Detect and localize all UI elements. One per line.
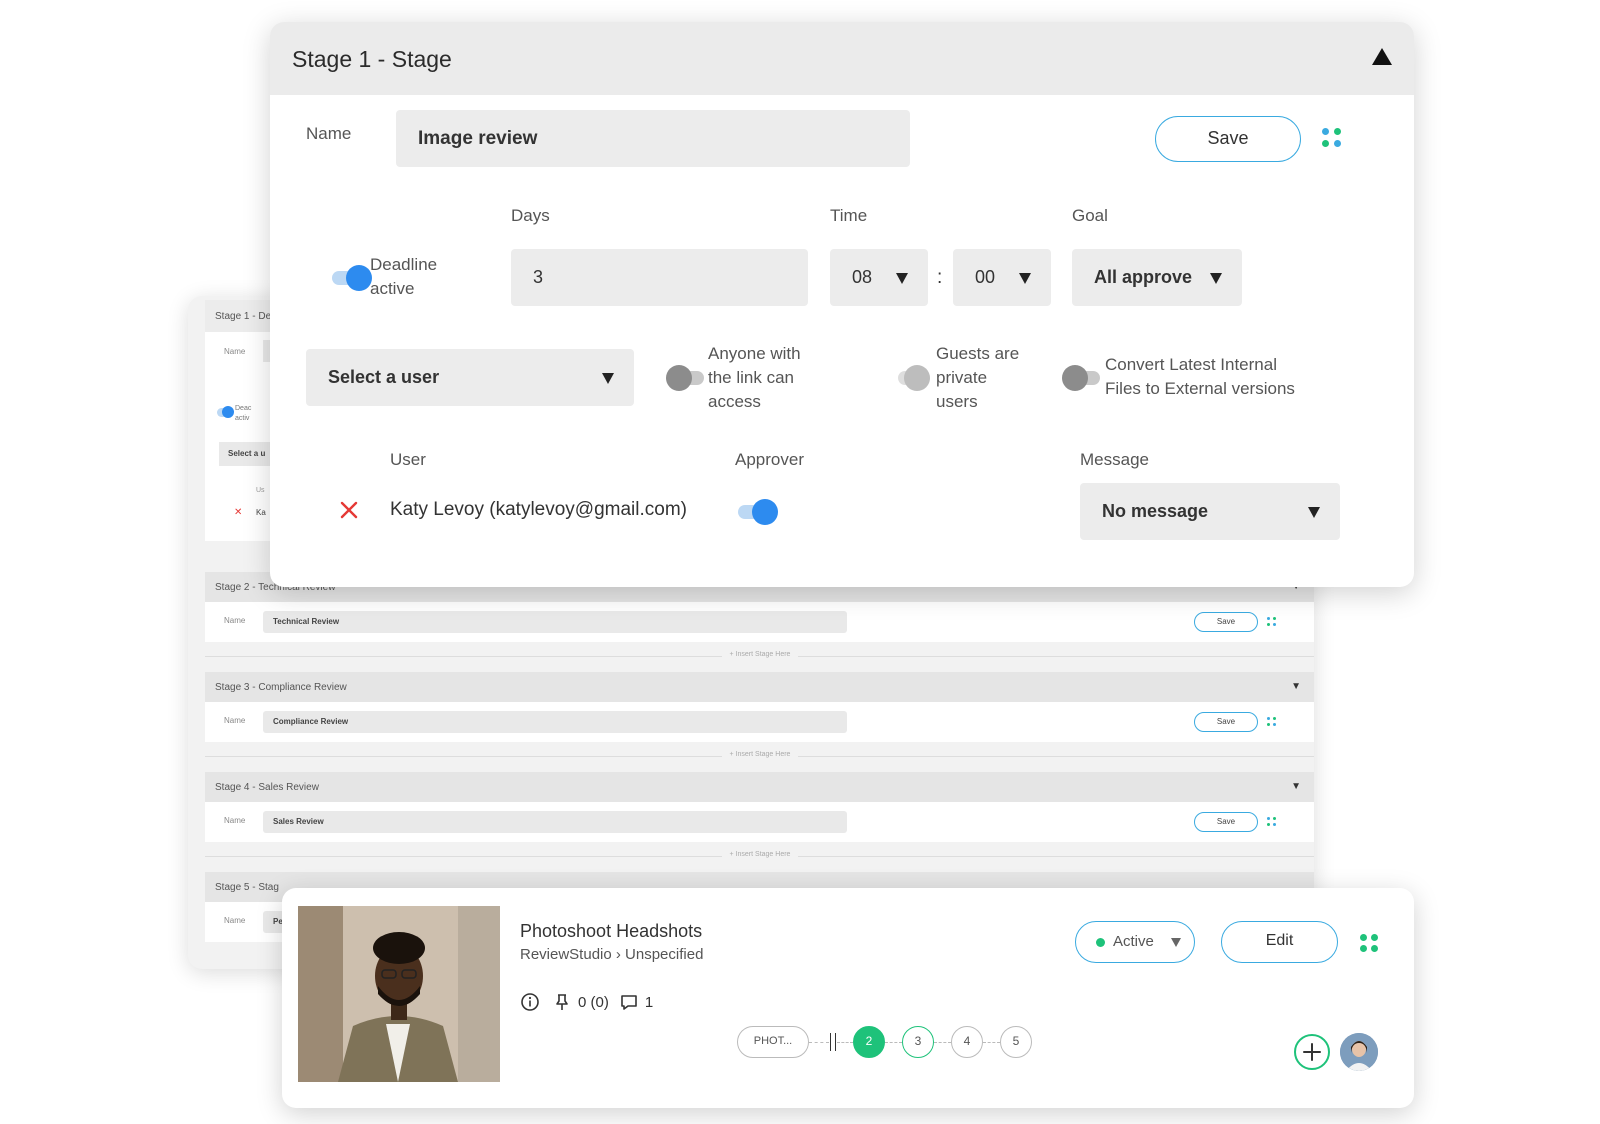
status-dropdown[interactable]: Active	[1075, 921, 1195, 963]
stage-step-5[interactable]: 5	[1000, 1026, 1032, 1058]
stage-3-save-button[interactable]: Save	[1194, 712, 1258, 732]
approver-column-header: Approver	[735, 450, 804, 469]
project-breadcrumb[interactable]: ReviewStudio › Unspecified	[520, 946, 703, 963]
guests-private-label: Guests are private users	[936, 344, 1020, 411]
stage-4-header[interactable]: Stage 4 - Sales Review ▼	[205, 772, 1314, 802]
stage-editor-card: Stage 1 - Stage Name Image review Save D…	[270, 22, 1414, 587]
drag-handle-icon[interactable]	[1322, 128, 1342, 148]
message-select[interactable]: No message	[1080, 483, 1340, 540]
stage-step-2[interactable]: 2	[853, 1026, 885, 1058]
stage-2-name-field[interactable]: Technical Review	[263, 611, 847, 633]
stage-5-title: Stage 5 - Stag	[215, 882, 279, 893]
save-button[interactable]: Save	[1155, 116, 1301, 162]
stage-2-name-label: Name	[224, 616, 246, 625]
days-input[interactable]: 3	[511, 249, 808, 306]
drag-handle-icon[interactable]	[1267, 717, 1277, 727]
stage-step-4[interactable]: 4	[951, 1026, 983, 1058]
expand-arrow-icon[interactable]: ▼	[1291, 681, 1301, 692]
current-stage-pill[interactable]: PHOT...	[737, 1026, 809, 1058]
stage-2-save-button[interactable]: Save	[1194, 612, 1258, 632]
insert-stage-link[interactable]: + Insert Stage Here	[205, 651, 1314, 658]
avatar[interactable]	[1340, 1033, 1378, 1071]
collapse-arrow-icon[interactable]	[1372, 48, 1392, 65]
drag-handle-icon[interactable]	[1267, 817, 1277, 827]
project-card: Photoshoot Headshots ReviewStudio › Unsp…	[282, 888, 1414, 1108]
expand-arrow-icon[interactable]: ▼	[1291, 781, 1301, 792]
goal-select[interactable]: All approve	[1072, 249, 1242, 306]
add-user-button[interactable]	[1294, 1034, 1330, 1070]
goal-label: Goal	[1072, 206, 1108, 225]
stage-5-name-label: Name	[224, 916, 246, 925]
status-label: Active	[1113, 933, 1154, 950]
comment-icon[interactable]	[619, 992, 639, 1012]
project-meta: 0 (0) 1	[520, 990, 653, 1014]
project-title[interactable]: Photoshoot Headshots	[520, 921, 702, 942]
stage-name-input[interactable]: Image review	[396, 110, 910, 167]
days-label: Days	[511, 206, 550, 225]
time-label: Time	[830, 206, 868, 225]
drag-handle-icon[interactable]	[1360, 934, 1378, 952]
remove-user-icon[interactable]	[340, 501, 358, 519]
stage-4-save-button[interactable]: Save	[1194, 812, 1258, 832]
stage-progress: PHOT... 2 3 4 5	[737, 1026, 1037, 1060]
stage-1-preview-name-label: Name	[224, 347, 246, 356]
user-column-header: User	[390, 450, 426, 469]
stage-1-preview-deadline-label: Deac activ	[235, 405, 252, 422]
stage-4-row: Stage 4 - Sales Review ▼ Name Sales Revie…	[205, 772, 1314, 842]
hour-select[interactable]: 08	[830, 249, 928, 306]
anyone-with-link-toggle[interactable]	[666, 365, 708, 391]
plus-icon	[1303, 1043, 1321, 1061]
stage-4-name-field[interactable]: Sales Review	[263, 811, 847, 833]
info-icon[interactable]	[520, 992, 540, 1012]
deadline-active-label: Deadline active	[370, 255, 438, 298]
stage-title: Stage 1 - Stage	[292, 46, 452, 72]
insert-stage-link[interactable]: + Insert Stage Here	[205, 751, 1314, 758]
time-separator: :	[937, 267, 943, 288]
stage-3-header[interactable]: Stage 3 - Compliance Review ▼	[205, 672, 1314, 702]
edit-button[interactable]: Edit	[1221, 921, 1338, 963]
stage-3-title: Stage 3 - Compliance Review	[215, 682, 347, 693]
message-column-header: Message	[1080, 450, 1149, 469]
stage-3-name-field[interactable]: Compliance Review	[263, 711, 847, 733]
user-entry: Katy Levoy (katylevoy@gmail.com)	[390, 499, 687, 520]
stage-1-preview-user: Ka	[256, 508, 266, 517]
pin-icon[interactable]	[552, 992, 572, 1012]
stage-header[interactable]: Stage 1 - Stage	[270, 22, 1414, 95]
stage-1-preview-deadline-toggle[interactable]	[217, 406, 234, 418]
name-label: Name	[306, 124, 352, 143]
minute-select[interactable]: 00	[953, 249, 1051, 306]
stage-4-title: Stage 4 - Sales Review	[215, 782, 319, 793]
status-dot-icon	[1096, 938, 1105, 947]
stage-3-row: Stage 3 - Compliance Review ▼ Name Compli…	[205, 672, 1314, 742]
anyone-with-link-label: Anyone with the link can access	[708, 344, 801, 411]
comments-count: 1	[644, 993, 654, 1011]
stage-step-3[interactable]: 3	[902, 1026, 934, 1058]
stage-divider-icon	[830, 1033, 836, 1051]
convert-files-label: Convert Latest Internal Files to External…	[1105, 355, 1295, 398]
pins-count: 0 (0)	[578, 993, 609, 1011]
stage-1-preview-user-col: Us	[256, 487, 265, 494]
deadline-active-toggle[interactable]	[330, 265, 372, 291]
stage-3-name-label: Name	[224, 716, 246, 725]
approver-toggle[interactable]	[736, 499, 778, 525]
project-thumbnail[interactable]	[298, 906, 500, 1082]
convert-files-toggle[interactable]	[1062, 365, 1104, 391]
chevron-down-icon	[1171, 938, 1181, 947]
select-user-dropdown[interactable]: Select a user	[306, 349, 634, 406]
drag-handle-icon[interactable]	[1267, 617, 1277, 627]
guests-private-toggle[interactable]	[896, 365, 934, 391]
stage-1-preview-remove-icon[interactable]: ✕	[234, 507, 242, 518]
insert-stage-link[interactable]: + Insert Stage Here	[205, 851, 1314, 858]
stage-4-name-label: Name	[224, 816, 246, 825]
